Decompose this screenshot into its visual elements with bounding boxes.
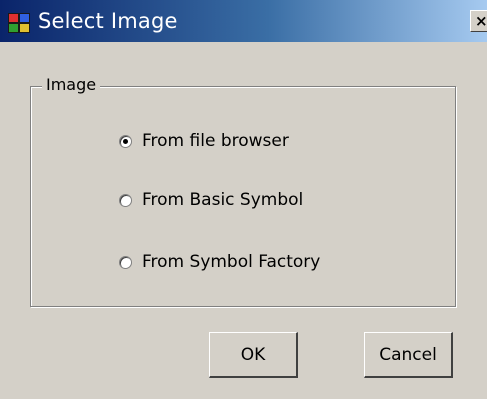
radio-button[interactable] — [119, 193, 132, 207]
cancel-button[interactable]: Cancel — [364, 332, 453, 378]
close-button[interactable]: × — [470, 10, 487, 32]
radio-button[interactable] — [119, 255, 132, 269]
radio-label: From Symbol Factory — [142, 252, 321, 272]
app-icon — [8, 13, 30, 33]
close-icon: × — [475, 12, 487, 30]
radio-symbol-factory[interactable]: From Symbol Factory — [119, 252, 320, 272]
window-title: Select Image — [38, 9, 178, 33]
radio-label: From file browser — [142, 131, 289, 151]
ok-button[interactable]: OK — [209, 332, 298, 378]
radio-file-browser[interactable]: From file browser — [119, 131, 289, 151]
title-bar[interactable]: Select Image × — [0, 0, 487, 42]
radio-basic-symbol[interactable]: From Basic Symbol — [119, 190, 303, 210]
radio-button-checked[interactable] — [119, 134, 132, 148]
radio-label: From Basic Symbol — [142, 190, 304, 210]
group-label: Image — [42, 75, 101, 94]
select-image-dialog: Select Image × Image From file browser F… — [0, 0, 487, 399]
